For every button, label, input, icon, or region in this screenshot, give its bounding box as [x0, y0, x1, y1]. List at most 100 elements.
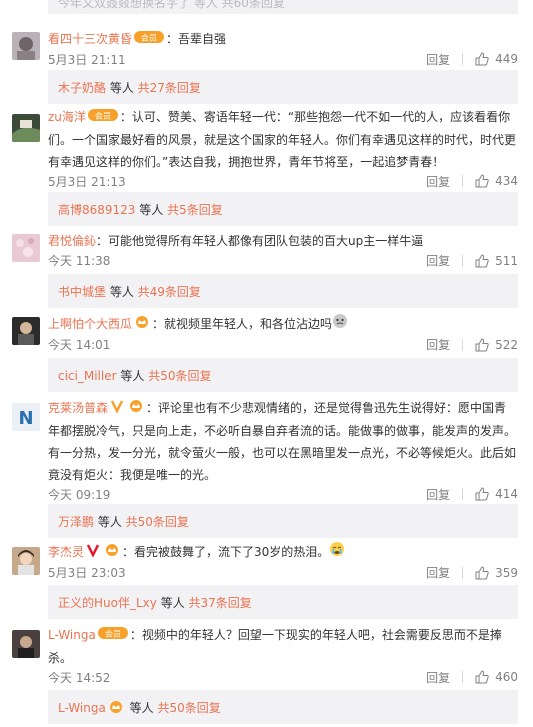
sub-reply-user[interactable]: L-Winga — [58, 701, 106, 715]
svg-text:N: N — [18, 408, 33, 429]
divider — [462, 488, 464, 500]
reply-button[interactable]: 回复 — [426, 486, 450, 503]
thumbs-up-icon — [475, 337, 489, 351]
svg-text:会员: 会员 — [105, 628, 121, 638]
view-replies-link[interactable]: 共49条回复 — [138, 285, 201, 299]
sub-reply-mid: 等人 — [125, 701, 158, 715]
avatar[interactable]: N — [12, 403, 40, 431]
like-count: 359 — [495, 565, 518, 580]
sub-reply-user[interactable]: 高博8689123 — [58, 203, 135, 217]
reply-button[interactable]: 回复 — [426, 336, 450, 353]
vip-badge-icon: 会员 — [97, 625, 128, 647]
avatar[interactable] — [12, 114, 40, 142]
comment-time: 今天 14:01 — [48, 338, 111, 352]
comment-feed: 今年又双叒叕想换名字了 等人 共60条回复 看四十三次黄昏 会员 ：吾辈自强 5月3… — [0, 0, 533, 727]
sub-reply-mid: 等人 — [94, 515, 126, 529]
sub-reply-user[interactable]: 万泽鹏 — [58, 515, 94, 529]
comment-time: 5月3日 23:03 — [48, 566, 126, 580]
view-replies-link[interactable]: 共5条回复 — [167, 203, 223, 217]
avatar[interactable] — [12, 547, 40, 575]
username-link[interactable]: L-Winga — [48, 628, 96, 642]
truncated-reply-strip: 今年又双叒叕想换名字了 等人 共60条回复 — [48, 0, 518, 14]
comment-text: 克莱汤普森 ：评论里也有不少悲观情绪的，还是觉得鲁迅先生说得好：愿中国青年都摆脱冷… — [48, 397, 518, 486]
comment-text: 上啊怕个大西瓜 ：就视频里年轻人，和各位沾边吗 — [48, 313, 518, 336]
crown-badge-icon — [128, 398, 144, 420]
sub-reply-user[interactable]: cici_Miller — [58, 369, 117, 383]
sub-reply-bar: 正义的Huo伴_Lxy 等人 共37条回复 — [48, 585, 518, 619]
sub-reply-mid: 等人 — [135, 203, 168, 217]
sub-reply-user[interactable]: 木子奶酪 — [58, 81, 106, 95]
emoji-icon — [332, 313, 348, 336]
like-button[interactable]: 449 — [475, 52, 518, 66]
like-count: 414 — [495, 487, 518, 501]
avatar[interactable] — [12, 32, 40, 60]
sub-reply-mid: 等人 — [116, 369, 149, 383]
sub-reply-bar: L-Winga 等人 共50条回复 — [48, 690, 518, 724]
username-link[interactable]: 李杰灵 — [48, 545, 84, 559]
avatar[interactable] — [12, 630, 40, 658]
svg-text:会员: 会员 — [141, 32, 157, 42]
divider — [462, 254, 464, 267]
sub-reply-bar: cici_Miller 等人 共50条回复 — [48, 358, 518, 392]
comment-content: ：吾辈自强 — [166, 32, 227, 46]
vip-badge-icon: 会员 — [134, 29, 165, 51]
sub-reply-bar: 木子奶酪 等人 共27条回复 — [48, 70, 518, 104]
username-link[interactable]: zu海洋 — [48, 110, 86, 124]
verified-badge-icon — [110, 398, 124, 420]
vip-badge-icon: 会员 — [87, 107, 118, 129]
sub-reply-user[interactable]: 正义的Huo伴_Lxy — [58, 596, 157, 610]
verified-badge-icon — [86, 542, 100, 564]
reply-button[interactable]: 回复 — [426, 252, 450, 269]
thumbs-up-icon — [475, 565, 489, 579]
reply-button[interactable]: 回复 — [426, 564, 450, 581]
comment-content: ：可能他觉得所有年轻人都像有团队包装的百大up主一样牛逼 — [96, 234, 424, 248]
comment-text: 君悦倫鈊：可能他觉得所有年轻人都像有团队包装的百大up主一样牛逼 — [48, 230, 518, 252]
like-button[interactable]: 434 — [475, 174, 518, 188]
view-replies-link[interactable]: 共37条回复 — [189, 596, 252, 610]
view-replies-link[interactable]: 共27条回复 — [138, 81, 201, 95]
like-button[interactable]: 522 — [475, 338, 518, 352]
view-replies-link[interactable]: 共50条回复 — [126, 515, 189, 529]
comment-time: 5月3日 21:13 — [48, 174, 126, 189]
comment-time: 今天 14:52 — [48, 670, 111, 685]
truncated-reply-text: 今年又双叒叕想换名字了 等人 共60条回复 — [58, 0, 285, 10]
comment-time: 今天 11:38 — [48, 254, 111, 268]
username-link[interactable]: 看四十三次黄昏 — [48, 32, 132, 46]
comment-content: ：就视频里年轻人，和各位沾边吗 — [152, 317, 333, 331]
divider — [462, 53, 464, 65]
like-button[interactable]: 460 — [475, 670, 518, 684]
username-link[interactable]: 上啊怕个大西瓜 — [48, 317, 132, 331]
reply-button[interactable]: 回复 — [426, 669, 450, 686]
crown-badge-icon — [134, 314, 150, 336]
sub-reply-bar: 万泽鹏 等人 共50条回复 — [48, 504, 518, 538]
comment-content: ：看完被鼓舞了，流下了30岁的热泪。 — [122, 545, 330, 559]
crown-badge-icon — [104, 542, 120, 564]
crying-emoji-icon — [329, 541, 345, 564]
divider — [462, 566, 464, 579]
view-replies-link[interactable]: 共50条回复 — [157, 701, 220, 715]
thumbs-up-icon — [475, 52, 489, 66]
view-replies-link[interactable]: 共50条回复 — [148, 369, 211, 383]
reply-button[interactable]: 回复 — [426, 51, 450, 68]
sub-reply-mid: 等人 — [156, 596, 189, 610]
username-link[interactable]: 君悦倫鈊 — [48, 234, 96, 248]
comment-time: 5月3日 21:11 — [48, 52, 126, 67]
divider — [462, 338, 464, 351]
sub-reply-mid: 等人 — [106, 285, 138, 299]
like-button[interactable]: 359 — [475, 566, 518, 580]
username-link[interactable]: 克莱汤普森 — [48, 401, 108, 415]
reply-button[interactable]: 回复 — [426, 173, 450, 190]
sub-reply-bar: 高博8689123 等人 共5条回复 — [48, 192, 518, 226]
avatar[interactable] — [12, 317, 40, 345]
like-button[interactable]: 414 — [475, 487, 518, 501]
thumbs-up-icon — [475, 670, 489, 684]
sub-reply-user[interactable]: 书中城堡 — [58, 285, 106, 299]
divider — [462, 175, 464, 187]
like-button[interactable]: 511 — [475, 254, 518, 268]
thumbs-up-icon — [475, 174, 489, 188]
comment-text: zu海洋 会员 ：认可、赞美、寄语年轻一代：“那些抱怨一代不如一代的人，应该看看你们… — [48, 106, 518, 173]
comment-content: ：认可、赞美、寄语年轻一代：“那些抱怨一代不如一代的人，应该看看你们。一个国家最… — [48, 110, 517, 169]
thumbs-up-icon — [475, 253, 489, 267]
avatar[interactable] — [12, 234, 40, 262]
like-count: 460 — [495, 670, 518, 684]
